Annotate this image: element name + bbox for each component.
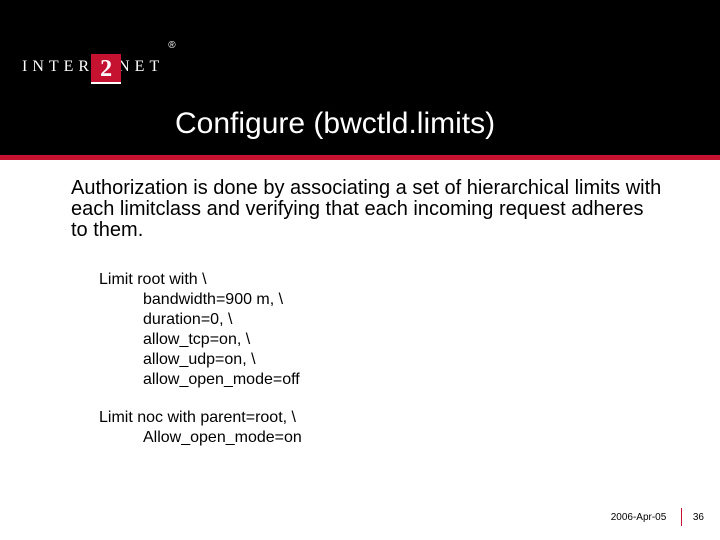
logo-registered: ® [168,40,175,51]
code-block: Limit root with \ bandwidth=900 m, \ dur… [99,270,662,448]
intro-paragraph: Authorization is done by associating a s… [71,178,662,240]
code-line: duration=0, \ [99,310,662,330]
code-line: Allow_open_mode=on [99,428,662,448]
slide-title: Configure (bwctld.limits) [175,107,495,141]
code-line: Limit noc with parent=root, \ [99,408,662,428]
code-group-root: Limit root with \ bandwidth=900 m, \ dur… [99,270,662,390]
header-bar: INTER2NET® Configure (bwctld.limits) [0,0,720,155]
content-area: Authorization is done by associating a s… [0,160,720,448]
code-line: bandwidth=900 m, \ [99,290,662,310]
code-line: allow_udp=on, \ [99,350,662,370]
footer-divider [681,508,682,526]
logo-part1: INTER [22,58,94,76]
footer: 2006-Apr-05 36 [611,508,704,526]
code-line: allow_tcp=on, \ [99,330,662,350]
code-group-noc: Limit noc with parent=root, \ Allow_open… [99,408,662,448]
footer-date: 2006-Apr-05 [611,512,675,523]
logo-part2: NET [118,58,164,76]
code-line: allow_open_mode=off [99,370,662,390]
code-line: Limit root with \ [99,270,662,290]
internet2-logo: INTER2NET® [22,46,172,76]
logo-box: 2 [91,54,121,84]
footer-page: 36 [689,512,704,523]
